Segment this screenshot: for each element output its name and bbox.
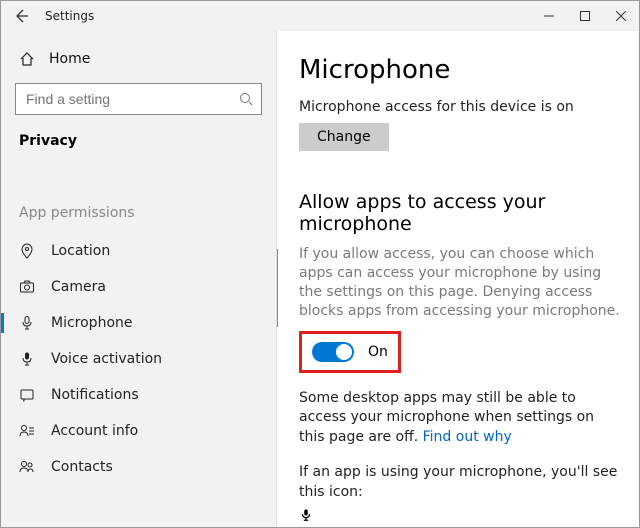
toggle-knob	[336, 344, 352, 360]
sidebar-item-label: Camera	[51, 279, 106, 295]
maximize-button[interactable]	[567, 1, 603, 31]
notifications-icon	[19, 387, 35, 403]
home-button[interactable]: Home	[15, 39, 262, 79]
sidebar-item-notifications[interactable]: Notifications	[1, 377, 276, 413]
contacts-icon	[19, 459, 35, 475]
location-icon	[19, 243, 35, 259]
home-label: Home	[49, 51, 90, 67]
allow-heading: Allow apps to access your microphone	[299, 191, 621, 235]
voice-icon	[19, 351, 35, 367]
sidebar-item-label: Notifications	[51, 387, 139, 403]
microphone-icon	[19, 315, 35, 331]
nav-list: Location Camera Microphone	[15, 233, 262, 485]
search-input[interactable]	[24, 90, 239, 108]
sidebar: Home Privacy App permissions Location	[1, 31, 277, 527]
allow-apps-toggle[interactable]	[312, 342, 354, 362]
sidebar-item-label: Account info	[51, 423, 138, 439]
sidebar-item-label: Location	[51, 243, 110, 259]
scroll-indicator[interactable]	[277, 249, 278, 327]
home-icon	[19, 51, 35, 67]
arrow-left-icon	[13, 8, 29, 24]
sidebar-item-label: Microphone	[51, 315, 133, 331]
body: Home Privacy App permissions Location	[1, 31, 639, 527]
search-icon	[239, 92, 253, 106]
sidebar-item-label: Voice activation	[51, 351, 162, 367]
minimize-icon	[544, 11, 554, 21]
category-label: Privacy	[15, 133, 262, 149]
toggle-state-label: On	[368, 344, 388, 360]
sidebar-item-voice-activation[interactable]: Voice activation	[1, 341, 276, 377]
settings-window: Settings Home	[0, 0, 640, 528]
sidebar-item-location[interactable]: Location	[1, 233, 276, 269]
maximize-icon	[580, 11, 590, 21]
close-button[interactable]	[603, 1, 639, 31]
page-title: Microphone	[299, 55, 621, 85]
access-status: Microphone access for this device is on	[299, 99, 621, 115]
account-icon	[19, 423, 35, 439]
sidebar-item-microphone[interactable]: Microphone	[1, 305, 276, 341]
window-controls	[531, 1, 639, 31]
window-title: Settings	[41, 9, 531, 23]
microphone-indicator-icon	[299, 507, 313, 527]
sidebar-item-contacts[interactable]: Contacts	[1, 449, 276, 485]
camera-icon	[19, 279, 35, 295]
close-icon	[616, 11, 626, 21]
titlebar: Settings	[1, 1, 639, 31]
sidebar-item-label: Contacts	[51, 459, 113, 475]
sidebar-item-account-info[interactable]: Account info	[1, 413, 276, 449]
change-button[interactable]: Change	[299, 123, 389, 151]
sidebar-item-camera[interactable]: Camera	[1, 269, 276, 305]
search-box[interactable]	[15, 83, 262, 115]
minimize-button[interactable]	[531, 1, 567, 31]
find-out-why-link[interactable]: Find out why	[423, 429, 512, 445]
allow-description: If you allow access, you can choose whic…	[299, 245, 621, 321]
main-content: Microphone Microphone access for this de…	[277, 31, 639, 527]
desktop-apps-note: Some desktop apps may still be able to a…	[299, 389, 621, 448]
section-header: App permissions	[15, 205, 262, 221]
back-button[interactable]	[1, 1, 41, 31]
inuse-note: If an app is using your microphone, you'…	[299, 463, 621, 502]
toggle-highlight: On	[299, 331, 401, 373]
